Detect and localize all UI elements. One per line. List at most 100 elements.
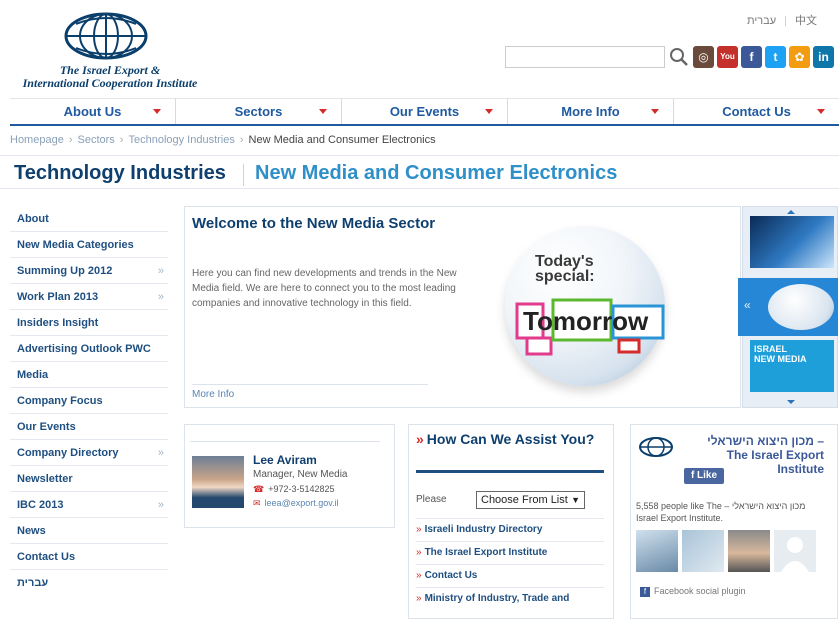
nav-more-info[interactable]: More Info <box>508 99 674 124</box>
sidebar-arrow-icon: » <box>157 291 164 303</box>
chevron-down-icon <box>319 109 327 114</box>
sidebar-item-contact-us[interactable]: Contact Us <box>10 544 168 570</box>
welcome-text: Here you can find new developments and t… <box>192 268 457 309</box>
sidebar-item-label: IBC 2013 <box>17 499 64 511</box>
sidebar-item-advertising-outlook[interactable]: Advertising Outlook PWC <box>10 336 168 362</box>
sidebar-item-ibc-2013[interactable]: IBC 2013 » <box>10 492 168 518</box>
nav-sectors[interactable]: Sectors <box>176 99 342 124</box>
breadcrumb-current: New Media and Consumer Electronics <box>248 134 436 146</box>
twitter-icon[interactable]: t <box>765 46 786 68</box>
carousel-thumb-new-media[interactable]: ISRAEL NEW MEDIA <box>750 340 834 392</box>
community-icon[interactable]: ✿ <box>789 46 810 68</box>
chevron-down-icon <box>817 109 825 114</box>
nav-our-events[interactable]: Our Events <box>342 99 508 124</box>
sidebar-item-label: Summing Up 2012 <box>17 265 113 277</box>
sidebar-item-newsletter[interactable]: Newsletter <box>10 466 168 492</box>
assist-link-export-institute[interactable]: » The Israel Export Institute <box>416 541 604 563</box>
thumb-sphere <box>768 284 834 330</box>
main-nav: About Us Sectors Our Events More Info Co… <box>10 98 839 126</box>
contact-phone-number: +972-3-5142825 <box>268 484 335 494</box>
more-info-link[interactable]: More Info <box>192 389 234 400</box>
assist-link-label: Contact Us <box>424 570 478 581</box>
nav-our-events-label: Our Events <box>389 104 460 119</box>
nav-sectors-label: Sectors <box>234 104 283 119</box>
sphere-tomorrow-text: Tomorrow <box>523 306 649 336</box>
sidebar-item-media[interactable]: Media <box>10 362 168 388</box>
nav-about-us[interactable]: About Us <box>10 99 176 124</box>
search-input[interactable] <box>505 46 665 68</box>
assist-link-label: Israeli Industry Directory <box>424 524 543 535</box>
breadcrumb-technology[interactable]: Technology Industries <box>128 134 234 146</box>
contact-divider <box>190 441 380 442</box>
sidebar-arrow-icon: » <box>157 447 164 459</box>
lang-chinese-link[interactable]: 中文 <box>791 15 821 27</box>
sidebar-item-insiders-insight[interactable]: Insiders Insight <box>10 310 168 336</box>
fan-avatar[interactable] <box>728 530 770 572</box>
sidebar-arrow-icon: » <box>157 499 164 511</box>
facebook-plugin-label: Facebook social plugin <box>654 586 746 596</box>
contact-email-address[interactable]: leea@export.gov.il <box>265 498 339 508</box>
chevron-left-icon[interactable]: « <box>744 298 751 312</box>
sidebar-item-summing-up-2012[interactable]: Summing Up 2012 » <box>10 258 168 284</box>
breadcrumb: Homepage › Sectors › Technology Industries › N… <box>10 134 436 146</box>
sidebar-item-label: Company Focus <box>17 395 103 407</box>
carousel-thumb-tomorrow[interactable]: « <box>738 278 838 336</box>
sidebar-item-news[interactable]: News <box>10 518 168 544</box>
contact-name: Lee Aviram <box>253 453 317 467</box>
fan-avatar[interactable] <box>682 530 724 572</box>
choose-from-list-select[interactable]: Choose From List ▼ <box>476 491 585 509</box>
assist-link-label: The Israel Export Institute <box>424 547 548 558</box>
facebook-like-button[interactable]: f Like <box>684 468 724 484</box>
assist-divider <box>416 470 604 473</box>
logo[interactable]: The Israel Export & International Cooper… <box>20 8 200 92</box>
double-chevron-icon: » <box>416 593 422 604</box>
sidebar-item-label: About <box>17 213 49 225</box>
sidebar-item-about[interactable]: About <box>10 206 168 232</box>
chevron-down-icon[interactable] <box>787 400 795 404</box>
welcome-title: Welcome to the New Media Sector <box>192 215 436 232</box>
user-silhouette-icon <box>781 537 809 572</box>
double-chevron-icon: » <box>416 547 422 558</box>
phone-icon: ☎ <box>253 484 265 494</box>
sidebar-item-label: Company Directory <box>17 447 119 459</box>
sidebar-item-hebrew[interactable]: עברית <box>10 570 168 596</box>
fan-avatar[interactable] <box>636 530 678 572</box>
facebook-glyph: f <box>749 50 754 64</box>
chevron-up-icon[interactable] <box>787 210 795 214</box>
sidebar: About New Media Categories Summing Up 20… <box>10 206 168 596</box>
search-icon[interactable] <box>668 46 690 68</box>
nav-contact-us[interactable]: Contact Us <box>674 99 839 124</box>
please-label: Please <box>416 494 447 505</box>
sidebar-item-company-directory[interactable]: Company Directory » <box>10 440 168 466</box>
institute-logo-icon <box>639 437 673 457</box>
youtube-icon[interactable]: You <box>717 46 738 68</box>
sidebar-item-company-focus[interactable]: Company Focus <box>10 388 168 414</box>
instagram-icon[interactable]: ◎ <box>693 46 714 68</box>
breadcrumb-sectors[interactable]: Sectors <box>78 134 115 146</box>
fan-avatar-placeholder[interactable] <box>774 530 816 572</box>
instagram-glyph: ◎ <box>698 50 709 64</box>
assist-link-industry-directory[interactable]: » Israeli Industry Directory <box>416 518 604 540</box>
breadcrumb-homepage[interactable]: Homepage <box>10 134 64 146</box>
carousel-thumb-hands[interactable] <box>750 216 834 268</box>
facebook-icon[interactable]: f <box>741 46 762 68</box>
contact-email[interactable]: ✉ leea@export.gov.il <box>253 498 339 509</box>
community-glyph: ✿ <box>794 50 805 64</box>
chevron-right-icon: › <box>119 134 124 146</box>
sidebar-item-label: עברית <box>17 577 49 589</box>
linkedin-icon[interactable]: in <box>813 46 834 68</box>
sidebar-item-label: New Media Categories <box>17 239 134 251</box>
double-chevron-icon: » <box>416 570 422 581</box>
sidebar-item-work-plan-2013[interactable]: Work Plan 2013 » <box>10 284 168 310</box>
assist-link-contact-us[interactable]: » Contact Us <box>416 564 604 586</box>
assist-title: » How Can We Assist You? <box>416 432 606 446</box>
facebook-icon: f <box>640 587 650 597</box>
lang-hebrew-link[interactable]: עברית <box>743 15 780 27</box>
assist-link-ministry[interactable]: » Ministry of Industry, Trade and <box>416 587 604 609</box>
sidebar-item-our-events[interactable]: Our Events <box>10 414 168 440</box>
thumb3-line2: NEW MEDIA <box>754 354 807 364</box>
sphere-caption-line1: Today's <box>535 253 594 270</box>
contact-role: Manager, New Media <box>253 469 348 480</box>
linkedin-glyph: in <box>818 50 829 64</box>
sidebar-item-new-media-categories[interactable]: New Media Categories <box>10 232 168 258</box>
